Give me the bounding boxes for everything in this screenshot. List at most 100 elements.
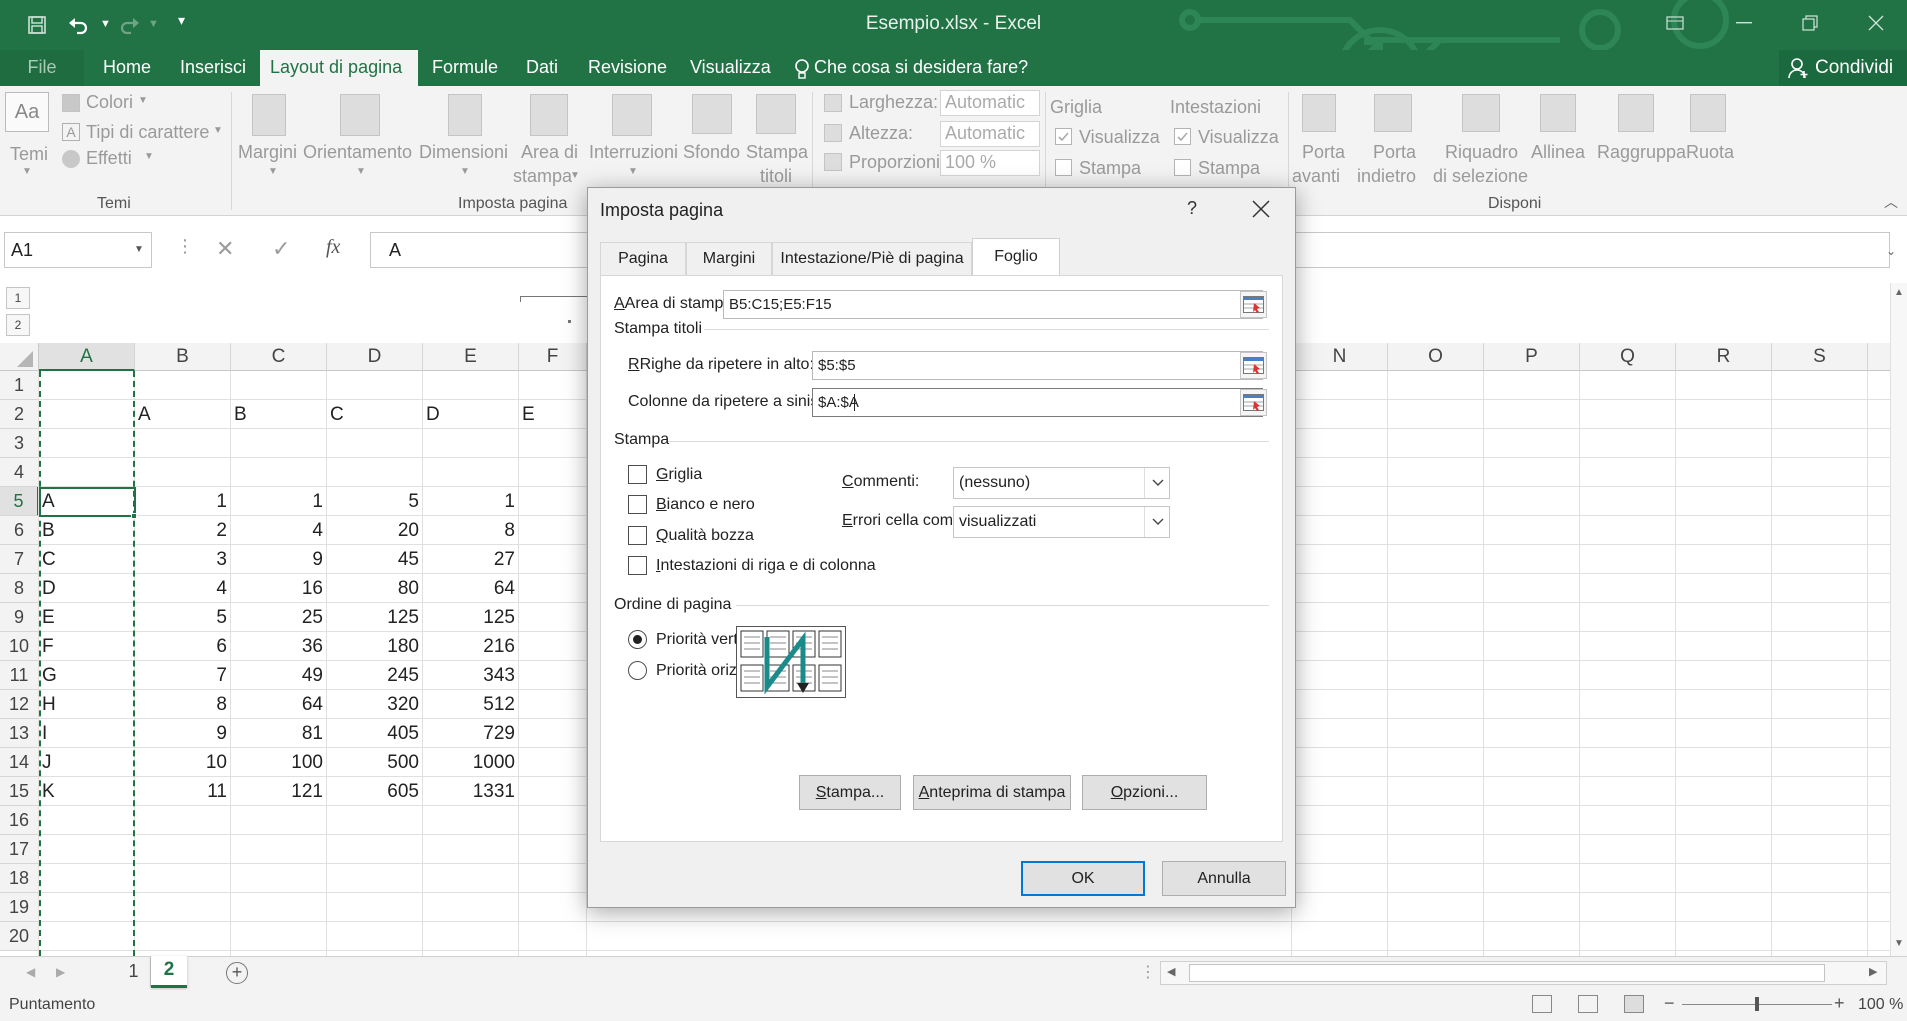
- rows-to-repeat-collapse-icon[interactable]: [1240, 352, 1267, 379]
- insert-function-icon[interactable]: fx: [326, 236, 340, 259]
- height-select[interactable]: Automatic: [940, 121, 1040, 147]
- collapse-ribbon-icon[interactable]: ︿: [1884, 192, 1898, 212]
- tab-file[interactable]: File: [0, 50, 84, 86]
- cell-errors-dropdown-icon[interactable]: [1144, 507, 1170, 537]
- themes-icon[interactable]: Aa: [5, 92, 49, 132]
- value-cell[interactable]: 729: [423, 719, 519, 748]
- column-header-q[interactable]: Q: [1580, 343, 1676, 371]
- row-header[interactable]: 3: [0, 429, 39, 458]
- close-window-icon[interactable]: [1846, 0, 1906, 45]
- group-button[interactable]: Raggruppa: [1597, 142, 1686, 163]
- value-cell[interactable]: 3: [135, 545, 231, 574]
- ok-button[interactable]: OK: [1021, 861, 1145, 896]
- value-cell[interactable]: 2: [135, 516, 231, 545]
- value-cell[interactable]: 1: [231, 487, 327, 516]
- value-cell[interactable]: 125: [327, 603, 423, 632]
- column-header-s[interactable]: S: [1772, 343, 1868, 371]
- rotate-button[interactable]: Ruota: [1686, 142, 1734, 163]
- scroll-right-icon[interactable]: ▶: [1869, 965, 1877, 978]
- columns-to-repeat-collapse-icon[interactable]: [1240, 389, 1267, 416]
- sheet-tab-2[interactable]: 2: [151, 956, 187, 988]
- select-all-corner[interactable]: [0, 343, 39, 371]
- column-header-e[interactable]: E: [423, 343, 519, 371]
- page-break-preview-icon[interactable]: [1624, 995, 1644, 1013]
- fonts-button[interactable]: Tipi di carattere: [86, 122, 209, 143]
- value-cell[interactable]: 1: [423, 487, 519, 516]
- value-cell[interactable]: 64: [231, 690, 327, 719]
- row-header[interactable]: 1: [0, 371, 39, 400]
- align-button[interactable]: Allinea: [1531, 142, 1585, 163]
- column-header-p[interactable]: P: [1484, 343, 1580, 371]
- row-header[interactable]: 17: [0, 835, 39, 864]
- row-header[interactable]: 10: [0, 632, 39, 661]
- value-cell[interactable]: 8: [135, 690, 231, 719]
- zoom-in-icon[interactable]: +: [1834, 993, 1845, 1014]
- value-cell[interactable]: 1331: [423, 777, 519, 806]
- row-header[interactable]: 16: [0, 806, 39, 835]
- horizontal-scroll-thumb[interactable]: [1189, 964, 1825, 982]
- sheet-tab-1[interactable]: 1: [117, 957, 151, 987]
- header-cell[interactable]: A: [135, 400, 231, 429]
- print-titles-button-line1[interactable]: Stampa: [746, 142, 808, 163]
- confirm-entry-icon[interactable]: ✓: [272, 236, 290, 262]
- tab-foglio[interactable]: Foglio: [972, 238, 1060, 276]
- zoom-out-icon[interactable]: −: [1664, 993, 1675, 1014]
- tab-pagina[interactable]: Pagina: [600, 242, 686, 275]
- value-cell[interactable]: 5: [327, 487, 423, 516]
- value-cell[interactable]: 27: [423, 545, 519, 574]
- value-cell[interactable]: 81: [231, 719, 327, 748]
- row-header[interactable]: 12: [0, 690, 39, 719]
- themes-button-label[interactable]: Temi: [10, 144, 48, 165]
- add-sheet-icon[interactable]: +: [226, 962, 248, 984]
- headings-view-checkbox[interactable]: [1174, 128, 1191, 145]
- margins-button[interactable]: Margini: [238, 142, 297, 163]
- tab-intestazione-pie[interactable]: Intestazione/Piè di pagina: [772, 242, 972, 275]
- tab-formule[interactable]: Formule: [422, 50, 508, 86]
- print-titles-button-line2[interactable]: titoli: [760, 166, 792, 187]
- row-header[interactable]: 20: [0, 922, 39, 951]
- tab-revisione[interactable]: Revisione: [578, 50, 677, 86]
- columns-to-repeat-input[interactable]: $A:$A: [812, 388, 1263, 417]
- value-cell[interactable]: 7: [135, 661, 231, 690]
- headings-print-checkbox[interactable]: [1174, 159, 1191, 176]
- restore-icon[interactable]: [1780, 0, 1840, 45]
- row-header[interactable]: 13: [0, 719, 39, 748]
- row-header[interactable]: 8: [0, 574, 39, 603]
- print-area-input[interactable]: B5:C15;E5:F15: [723, 290, 1263, 319]
- draft-quality-checkbox[interactable]: [628, 526, 647, 545]
- print-area-button-line2[interactable]: stampa: [513, 166, 572, 187]
- selection-pane-button-line1[interactable]: Riquadro: [1445, 142, 1518, 163]
- bring-forward-button-line2[interactable]: avanti: [1292, 166, 1340, 187]
- cancel-button[interactable]: Annulla: [1162, 861, 1286, 896]
- value-cell[interactable]: 10: [135, 748, 231, 777]
- size-button[interactable]: Dimensioni: [419, 142, 508, 163]
- column-header-b[interactable]: B: [135, 343, 231, 371]
- column-header-f[interactable]: F: [519, 343, 587, 371]
- selection-pane-button-line2[interactable]: di selezione: [1433, 166, 1528, 187]
- value-cell[interactable]: 100: [231, 748, 327, 777]
- tab-home[interactable]: Home: [93, 50, 161, 86]
- name-box-dropdown-icon[interactable]: ▼: [134, 244, 144, 255]
- options-button[interactable]: Opzioni...: [1082, 775, 1207, 810]
- row-header[interactable]: 18: [0, 864, 39, 893]
- print-area-button-line1[interactable]: Area di: [521, 142, 578, 163]
- tab-layout-di-pagina[interactable]: Layout di pagina: [260, 50, 418, 86]
- scroll-sheets-right-icon[interactable]: ▶: [56, 965, 65, 979]
- orientation-button[interactable]: Orientamento: [303, 142, 412, 163]
- ribbon-display-options-icon[interactable]: [1645, 0, 1705, 45]
- scale-spinner[interactable]: 100 %: [940, 150, 1040, 176]
- scroll-up-icon[interactable]: ▲: [1894, 287, 1904, 298]
- scroll-sheets-left-icon[interactable]: ◀: [26, 965, 35, 979]
- rows-to-repeat-input[interactable]: $5:$5: [812, 351, 1263, 380]
- value-cell[interactable]: 64: [423, 574, 519, 603]
- tab-margini[interactable]: Margini: [686, 242, 772, 275]
- cell-errors-select[interactable]: visualizzati: [953, 506, 1170, 538]
- tab-splitter-icon[interactable]: ⋮: [1140, 962, 1156, 982]
- header-cell[interactable]: C: [327, 400, 423, 429]
- value-cell[interactable]: 4: [135, 574, 231, 603]
- name-box[interactable]: A1: [4, 232, 152, 268]
- colors-button[interactable]: Colori: [86, 92, 133, 113]
- row-header[interactable]: 11: [0, 661, 39, 690]
- row-header[interactable]: 5: [0, 487, 39, 516]
- send-backward-button-line2[interactable]: indietro: [1357, 166, 1416, 187]
